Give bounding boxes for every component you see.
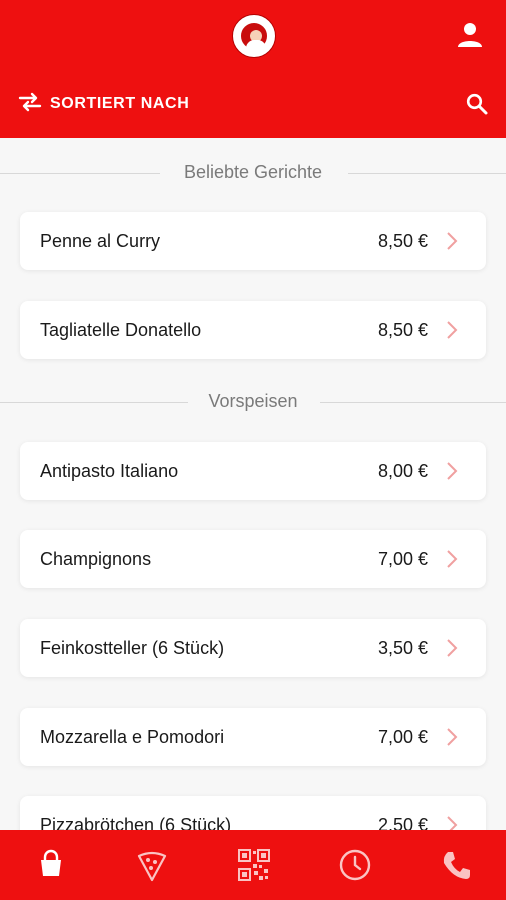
menu-item-name: Tagliatelle Donatello [40, 320, 202, 340]
menu-item[interactable]: Tagliatelle Donatello 8,50 € [20, 301, 486, 359]
app-header: SORTIERT NACH [0, 0, 506, 138]
menu-item-name: Pizzabrötchen (6 Stück) [40, 815, 232, 830]
pizza-slice-icon[interactable] [135, 848, 169, 882]
menu-item-price: 8,00 € [377, 461, 428, 481]
sort-label: SORTIERT NACH [50, 95, 190, 112]
chevron-right-icon [447, 816, 458, 830]
menu-item-name: Feinkostteller (6 Stück) [40, 638, 225, 658]
section-title: Vorspeisen [194, 391, 312, 411]
qr-code-icon[interactable] [237, 848, 271, 882]
menu-item-price: 7,00 € [377, 549, 428, 569]
section-title: Beliebte Gerichte [169, 162, 337, 182]
bottom-tab-bar [0, 830, 506, 900]
clock-icon[interactable] [338, 848, 372, 882]
menu-item-price: 8,50 € [377, 320, 428, 340]
phone-icon[interactable] [440, 848, 474, 882]
menu-item-price: 2,50 € [377, 815, 428, 830]
menu-item-name: Penne al Curry [40, 231, 161, 251]
chevron-right-icon [447, 232, 458, 250]
menu-item-price: 3,50 € [377, 638, 428, 658]
chevron-right-icon [447, 639, 458, 657]
menu-item-name: Champignons [40, 549, 152, 569]
chevron-right-icon [447, 321, 458, 339]
shopping-bag-icon[interactable] [34, 848, 68, 882]
menu-item[interactable]: Penne al Curry 8,50 € [20, 212, 486, 270]
menu-item-price: 7,00 € [377, 727, 428, 747]
section-header: Beliebte Gerichte [0, 158, 506, 188]
section-header: Vorspeisen [0, 387, 506, 417]
sort-button[interactable]: SORTIERT NACH [18, 90, 189, 118]
menu-item[interactable]: Mozzarella e Pomodori 7,00 € [20, 708, 486, 766]
menu-item-price: 8,50 € [377, 231, 428, 251]
chevron-right-icon [447, 550, 458, 568]
menu-item-name: Antipasto Italiano [40, 461, 179, 481]
chevron-right-icon [447, 728, 458, 746]
menu-list[interactable]: Beliebte Gerichte Penne al Curry 8,50 € … [0, 138, 506, 830]
menu-item[interactable]: Antipasto Italiano 8,00 € [20, 442, 486, 500]
chevron-right-icon [447, 462, 458, 480]
menu-item[interactable]: Pizzabrötchen (6 Stück) 2,50 € [20, 796, 486, 830]
menu-item[interactable]: Feinkostteller (6 Stück) 3,50 € [20, 619, 486, 677]
menu-item-name: Mozzarella e Pomodori [40, 727, 225, 747]
search-icon[interactable] [465, 92, 489, 116]
restaurant-logo [233, 15, 275, 57]
menu-item[interactable]: Champignons 7,00 € [20, 530, 486, 588]
user-icon[interactable] [455, 20, 485, 50]
swap-arrows-icon [18, 92, 42, 117]
